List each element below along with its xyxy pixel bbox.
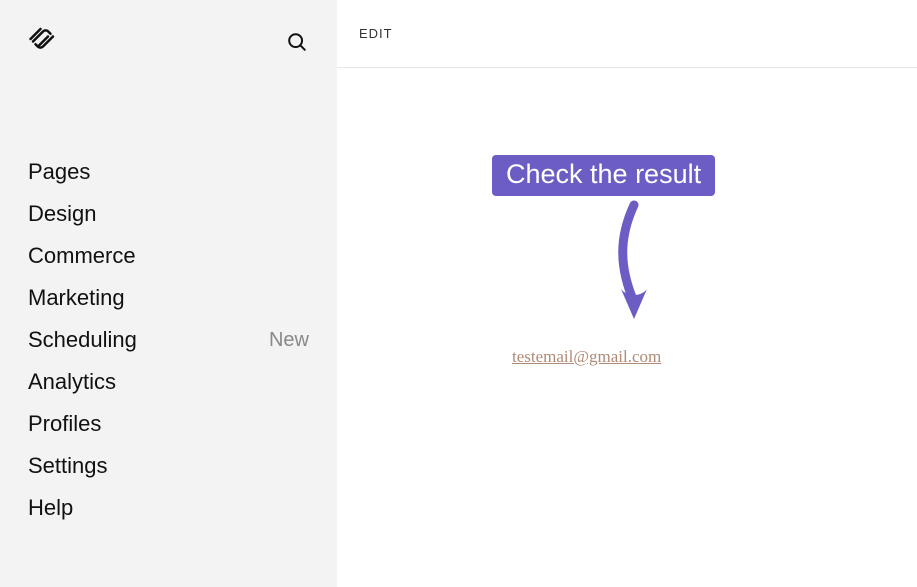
sidebar-item-label: Help [28,495,73,521]
sidebar-item-analytics[interactable]: Analytics [28,361,309,403]
sidebar-item-scheduling[interactable]: Scheduling New [28,319,309,361]
sidebar-item-settings[interactable]: Settings [28,445,309,487]
annotation-callout: Check the result [492,155,715,196]
sidebar-item-marketing[interactable]: Marketing [28,277,309,319]
sidebar-item-label: Settings [28,453,108,479]
sidebar-item-label: Analytics [28,369,116,395]
edit-button[interactable]: EDIT [359,26,393,41]
main-panel: EDIT Check the result testemail@gmail.co… [337,0,917,587]
sidebar-header [0,0,337,59]
sidebar-item-pages[interactable]: Pages [28,151,309,193]
sidebar: Pages Design Commerce Marketing Scheduli… [0,0,337,587]
sidebar-item-commerce[interactable]: Commerce [28,235,309,277]
nav-list: Pages Design Commerce Marketing Scheduli… [0,151,337,529]
sidebar-item-label: Marketing [28,285,125,311]
annotation-arrow-icon [609,197,659,327]
sidebar-item-profiles[interactable]: Profiles [28,403,309,445]
sidebar-item-label: Pages [28,159,90,185]
sidebar-item-label: Profiles [28,411,101,437]
squarespace-logo-icon[interactable] [28,24,58,59]
content-area: Check the result testemail@gmail.com [337,68,917,587]
sidebar-item-label: Design [28,201,96,227]
topbar: EDIT [337,0,917,68]
sidebar-item-design[interactable]: Design [28,193,309,235]
sidebar-item-label: Scheduling [28,327,137,353]
new-badge: New [269,329,309,352]
sidebar-item-help[interactable]: Help [28,487,309,529]
search-icon[interactable] [285,30,309,54]
email-link[interactable]: testemail@gmail.com [512,347,661,367]
sidebar-item-label: Commerce [28,243,136,269]
